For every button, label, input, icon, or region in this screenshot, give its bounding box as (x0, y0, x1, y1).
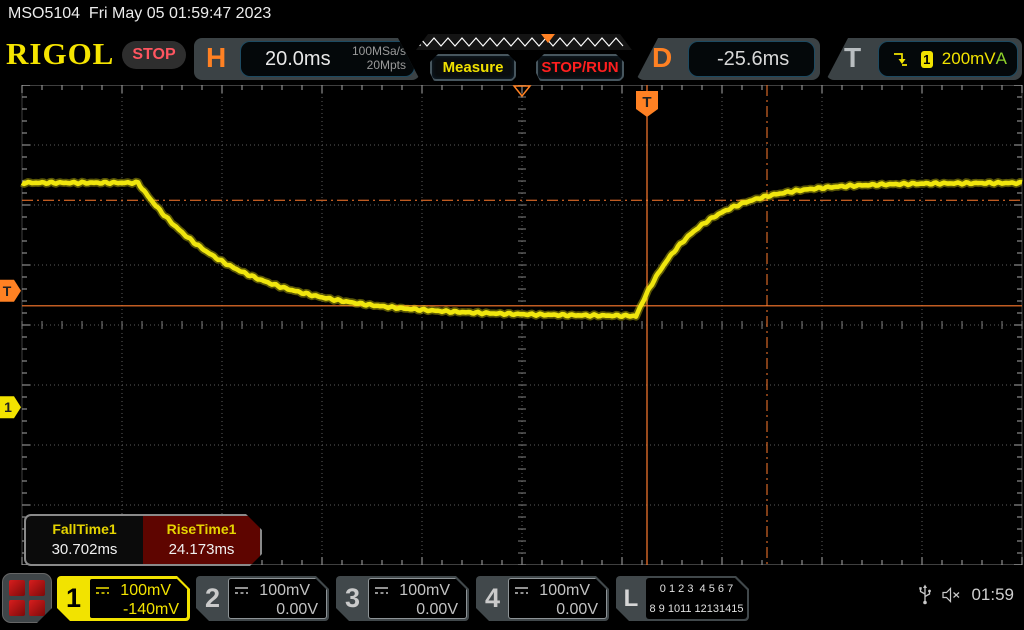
channel-scale: 100mV (399, 582, 450, 599)
delay-label: D (652, 42, 673, 73)
channel-panel: 100mV 0.00V (228, 578, 327, 619)
digital-panel: 0 1 2 3 4 5 6 7 8 9 1011 12131415 (646, 578, 747, 619)
delay-value: -25.6ms (717, 47, 790, 70)
falling-edge-icon (894, 53, 907, 66)
channel-3-badge[interactable]: 3 100mV 0.00V (336, 576, 469, 621)
measurement-name: FallTime1 (52, 521, 117, 537)
trigger-panel[interactable]: 1 200mV A (878, 41, 1018, 77)
channel-number: 4 (484, 583, 501, 613)
grid-menu-button[interactable] (2, 573, 52, 623)
channel-offset: -140mV (122, 601, 179, 618)
dc-coupling-icon (514, 585, 530, 596)
model-and-datetime: MSO5104 Fri May 05 01:59:47 2023 (8, 5, 272, 22)
stop-run-button[interactable]: STOP/RUN (536, 54, 624, 81)
trigger-level-marker: T (0, 279, 21, 302)
trigger-label: T (844, 42, 862, 73)
channel-panel: 100mV 0.00V (368, 578, 467, 619)
titlebar: MSO5104 Fri May 05 01:59:47 2023 (0, 0, 1024, 30)
channel-offset: 0.00V (276, 601, 318, 618)
measurement-results-box[interactable]: FallTime1 30.702ms RiseTime1 24.173ms (24, 514, 262, 566)
sample-rate: 100MSa/s (351, 44, 406, 59)
channel-number: 1 (65, 583, 82, 613)
channel-panel: 100mV -140mV (89, 578, 188, 619)
sound-muted-icon (942, 587, 960, 603)
dc-coupling-icon (95, 585, 111, 596)
run-state-badge: STOP (122, 41, 186, 69)
measurement-risetime[interactable]: RiseTime1 24.173ms (143, 516, 260, 564)
memory-position-marker[interactable] (541, 34, 555, 43)
memory-position-bar[interactable] (416, 34, 632, 50)
horizontal-label: H (206, 42, 227, 73)
channel-offset: 0.00V (556, 601, 598, 618)
channel-scale: 100mV (539, 582, 590, 599)
measurement-falltime[interactable]: FallTime1 30.702ms (26, 516, 143, 564)
channel-number: 2 (204, 583, 221, 613)
red-square-icon (9, 600, 25, 616)
channel-1-badge[interactable]: 1 100mV -140mV (57, 576, 190, 621)
channel-1-zero-marker: 1 (0, 396, 21, 419)
acquisition-info: 100MSa/s 20Mpts (352, 45, 406, 73)
digital-channels-badge[interactable]: L 0 1 2 3 4 5 6 7 8 9 1011 12131415 (616, 576, 749, 621)
toolbar: RIGOL STOP H 20.0ms 100MSa/s 20Mpts Meas… (0, 30, 1024, 85)
trigger-source-badge: 1 (920, 50, 933, 68)
timebase-value: 20.0ms (265, 47, 331, 70)
measurement-value: 30.702ms (51, 541, 118, 558)
memory-depth: 20Mpts (366, 58, 406, 72)
horizontal-settings-block[interactable]: H 20.0ms 100MSa/s 20Mpts (194, 38, 420, 80)
channel-scale: 100mV (120, 582, 171, 599)
red-square-icon (29, 600, 45, 616)
delay-panel[interactable]: -25.6ms (688, 41, 815, 77)
usb-icon (919, 584, 932, 605)
dc-coupling-icon (234, 585, 250, 596)
dc-coupling-icon (374, 585, 390, 596)
digital-label: L (623, 585, 639, 612)
channel-panel: 100mV 0.00V (508, 578, 607, 619)
svg-text:T: T (642, 94, 651, 111)
oscilloscope-screen: MSO5104 Fri May 05 01:59:47 2023 RIGOL S… (0, 0, 1024, 630)
red-square-icon (9, 580, 25, 596)
clock-time: 01:59 (971, 585, 1014, 604)
channel-scale: 100mV (259, 582, 310, 599)
rigol-logo: RIGOL (6, 36, 115, 71)
measurement-value: 24.173ms (168, 541, 235, 558)
delay-settings-block[interactable]: D -25.6ms (636, 38, 820, 80)
svg-text:1: 1 (4, 399, 12, 415)
horizontal-panel[interactable]: 20.0ms 100MSa/s 20Mpts (240, 41, 415, 77)
trigger-mode-auto: A (995, 49, 1007, 68)
bottombar: 1 100mV -140mV 2 100mV 0.00V 3 100mV 0.0… (0, 570, 1024, 630)
waveform-overview-zigzag (416, 34, 632, 50)
svg-text:T: T (3, 283, 12, 299)
trigger-settings-block[interactable]: T 1 200mV A (826, 38, 1022, 80)
measure-button[interactable]: Measure (430, 54, 516, 81)
channel-2-badge[interactable]: 2 100mV 0.00V (196, 576, 329, 621)
red-square-icon (29, 580, 45, 596)
status-area: 01:59 (918, 584, 1014, 606)
waveform-display-area[interactable]: T T 1 (0, 85, 1024, 565)
channel-4-badge[interactable]: 4 100mV 0.00V (476, 576, 609, 621)
trigger-level-value: 200mV (941, 49, 996, 68)
trigger-position-flag: T (636, 91, 658, 117)
measurement-name: RiseTime1 (166, 521, 237, 537)
channel-number: 3 (344, 583, 361, 613)
digital-row2: 8 9 1011 12131415 (649, 603, 744, 615)
channel-offset: 0.00V (416, 601, 458, 618)
digital-row1: 0 1 2 3 4 5 6 7 (659, 583, 734, 595)
